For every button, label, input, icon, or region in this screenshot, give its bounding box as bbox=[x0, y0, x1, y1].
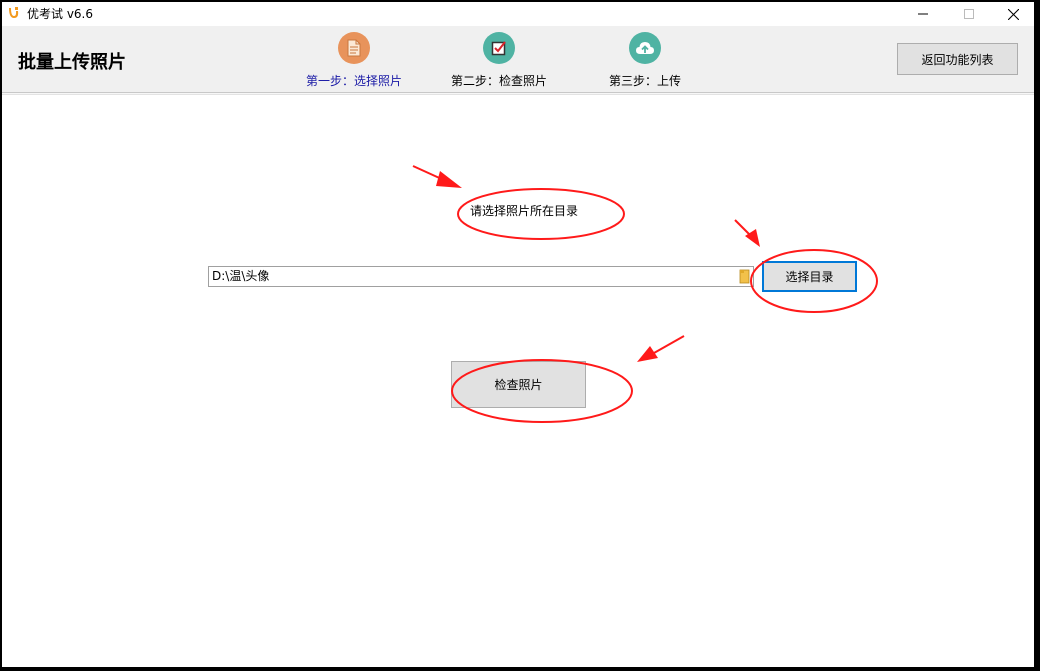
step-upload[interactable]: 第三步：上传 bbox=[580, 32, 710, 89]
step-check-photos[interactable]: 第二步：检查照片 bbox=[434, 32, 564, 89]
window-title: 优考试 v6.6 bbox=[27, 7, 94, 21]
maximize-button[interactable] bbox=[946, 2, 992, 26]
step1-icon-circle bbox=[338, 32, 370, 64]
select-directory-button[interactable]: 选择目录 bbox=[762, 261, 857, 292]
minimize-icon bbox=[918, 13, 928, 15]
step-select-photos[interactable]: 第一步：选择照片 bbox=[289, 32, 419, 89]
select-directory-prompt: 请选择照片所在目录 bbox=[470, 204, 579, 218]
page-title: 批量上传照片 bbox=[18, 52, 126, 73]
document-icon bbox=[347, 39, 361, 57]
back-to-function-list-button[interactable]: 返回功能列表 bbox=[897, 43, 1018, 75]
step2-label: 第二步：检查照片 bbox=[450, 74, 547, 88]
maximize-icon bbox=[964, 9, 974, 19]
step3-label: 第三步：上传 bbox=[608, 74, 681, 88]
step3-icon-circle bbox=[629, 32, 661, 64]
close-icon bbox=[1007, 8, 1019, 20]
title-bar: 优考试 v6.6 bbox=[2, 2, 1034, 26]
folder-icon[interactable] bbox=[739, 268, 751, 284]
app-window: 优考试 v6.6 批量上传照片 第一步：选择照片 第二步：检查照片 第三步：上传… bbox=[2, 2, 1034, 667]
step2-icon-circle bbox=[483, 32, 515, 64]
step1-label: 第一步：选择照片 bbox=[305, 74, 402, 88]
checkbox-icon bbox=[491, 41, 506, 56]
close-button[interactable] bbox=[990, 2, 1036, 26]
app-logo-icon bbox=[9, 7, 19, 18]
cloud-upload-icon bbox=[636, 42, 654, 54]
minimize-button[interactable] bbox=[900, 2, 946, 26]
header-divider bbox=[2, 92, 1034, 95]
directory-path-input[interactable]: D:\温\头像 bbox=[208, 266, 754, 287]
check-photos-button[interactable]: 检查照片 bbox=[451, 361, 586, 408]
